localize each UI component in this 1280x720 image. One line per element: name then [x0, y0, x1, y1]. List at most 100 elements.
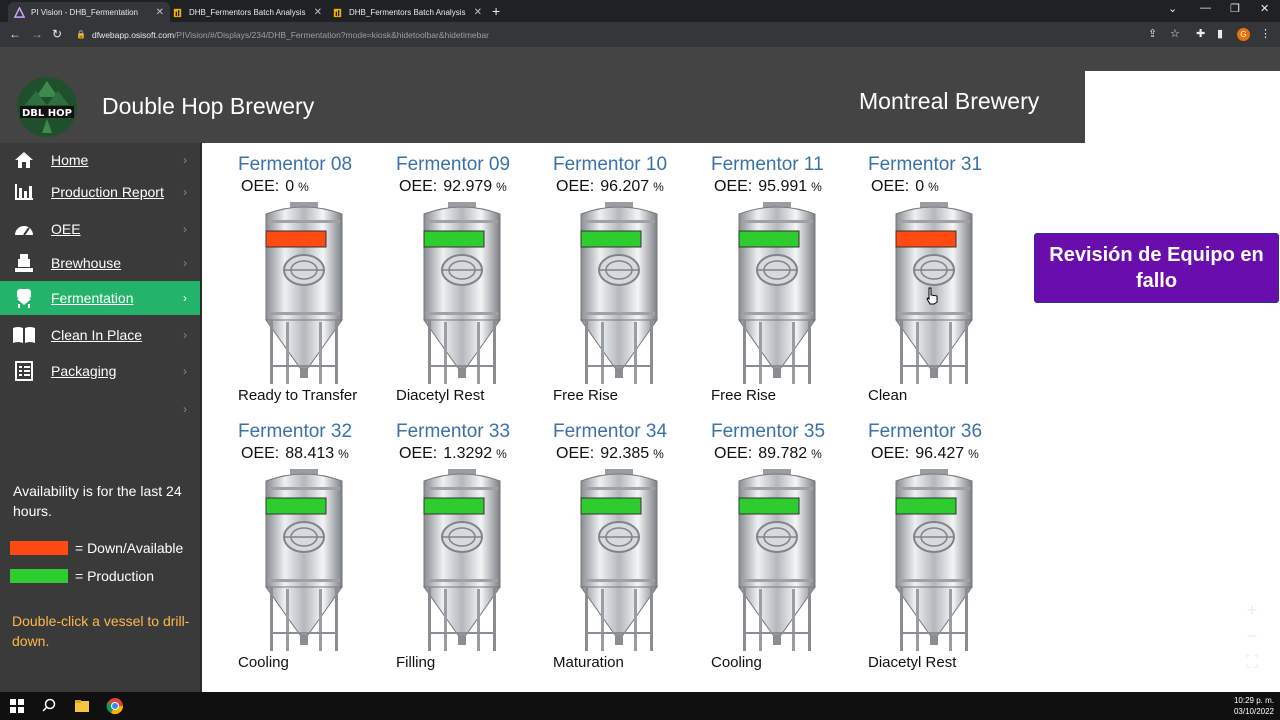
- chevron-right-icon: ›: [183, 328, 187, 342]
- restore-icon[interactable]: ❐: [1230, 2, 1240, 15]
- bar-chart-icon: [12, 182, 36, 202]
- fermentor-tank[interactable]: [729, 200, 825, 386]
- profile-avatar[interactable]: G: [1237, 28, 1250, 41]
- browser-tab[interactable]: DHB_Fermentors Batch Analysis ✕: [166, 2, 328, 22]
- fermentor-vessel[interactable]: Fermentor 31 OEE: 0% Clean: [868, 154, 1018, 414]
- vessel-oee: OEE: 92.385%: [556, 445, 664, 463]
- search-icon[interactable]: [40, 697, 58, 715]
- oee-unit: %: [968, 447, 979, 461]
- clock-time: 10:29 p. m.: [1233, 696, 1274, 705]
- oee-value: 0: [285, 178, 295, 195]
- side-panel-icon[interactable]: ▮: [1217, 27, 1223, 40]
- tab-title: DHB_Fermentors Batch Analysis: [349, 7, 466, 17]
- sidebar-item-oee[interactable]: OEE ›: [0, 212, 200, 246]
- vessel-status-bar: [738, 497, 800, 515]
- new-tab-icon[interactable]: +: [492, 3, 500, 19]
- vessel-oee: OEE: 95.991%: [714, 178, 822, 196]
- sidebar-item-production-report[interactable]: Production Report ›: [0, 175, 200, 209]
- sidebar-item-label: OEE: [51, 221, 81, 237]
- legend-production: = Production: [10, 568, 154, 584]
- sidebar-item-fermentation[interactable]: Fermentation ›: [0, 281, 200, 315]
- fermentor-tank[interactable]: [256, 200, 352, 386]
- oee-unit: %: [496, 180, 507, 194]
- sidebar-item-empty[interactable]: ›: [0, 392, 200, 426]
- fermentor-vessel[interactable]: Fermentor 33 OEE: 1.3292% Filling: [396, 421, 546, 681]
- fermentor-tank[interactable]: [571, 200, 667, 386]
- share-icon[interactable]: ⇪: [1148, 27, 1157, 40]
- fermentor-vessel[interactable]: Fermentor 36 OEE: 96.427% Diacetyl Rest: [868, 421, 1018, 681]
- fermentor-tank[interactable]: [886, 467, 982, 653]
- sidebar-item-brewhouse[interactable]: Brewhouse ›: [0, 246, 200, 280]
- fermentor-tank[interactable]: [414, 467, 510, 653]
- forward-icon[interactable]: →: [31, 27, 43, 41]
- url-field[interactable]: 🔒 dfwebapp.osisoft.com/PIVision/#/Displa…: [76, 26, 1166, 43]
- fermentor-tank[interactable]: [571, 467, 667, 653]
- vessel-name: Fermentor 32: [238, 421, 353, 442]
- brewery-logo: DBL HOP: [17, 77, 77, 137]
- header-blank: [1085, 71, 1280, 143]
- taskbar: 10:29 p. m. 03/10/2022: [0, 692, 1280, 720]
- vessel-status-bar: [423, 230, 485, 248]
- sidebar-item-label: Packaging: [51, 363, 117, 379]
- vessel-status: Ready to Transfer: [238, 387, 358, 404]
- lock-icon: 🔒: [76, 30, 86, 39]
- sidebar-item-label: Production Report: [51, 184, 164, 200]
- fermentor-tank[interactable]: [256, 467, 352, 653]
- sidebar-item-label: Home: [51, 152, 89, 168]
- oee-value: 88.413: [285, 445, 335, 462]
- fit-to-screen-icon[interactable]: ⛶: [1240, 651, 1264, 673]
- sidebar-item-label: Brewhouse: [51, 255, 122, 271]
- oee-value: 96.427: [915, 445, 965, 462]
- bookmark-star-icon[interactable]: ☆: [1170, 27, 1180, 40]
- sidebar-item-packaging[interactable]: Packaging ›: [0, 354, 200, 388]
- oee-unit: %: [928, 180, 939, 194]
- fermentor-vessel[interactable]: Fermentor 11 OEE: 95.991% Free Rise: [711, 154, 861, 414]
- zoom-in-icon[interactable]: +: [1240, 599, 1264, 621]
- oee-value: 92.385: [600, 445, 650, 462]
- minimize-icon[interactable]: —: [1200, 2, 1211, 14]
- zoom-out-icon[interactable]: −: [1240, 625, 1264, 647]
- menu-icon[interactable]: ⋮: [1260, 27, 1271, 40]
- fermentor-vessel[interactable]: Fermentor 35 OEE: 89.782% Cooling: [711, 421, 861, 681]
- fermentor-vessel[interactable]: Fermentor 08 OEE: 0% Ready to Transfer: [238, 154, 388, 414]
- vessel-status: Diacetyl Rest: [868, 654, 957, 671]
- system-clock[interactable]: 10:29 p. m. 03/10/2022: [1234, 695, 1274, 717]
- fermentor-vessel[interactable]: Fermentor 32 OEE: 88.413% Cooling: [238, 421, 388, 681]
- chrome-icon[interactable]: [106, 697, 124, 715]
- sidebar-item-label: Clean In Place: [51, 327, 143, 343]
- chevron-right-icon: ›: [183, 185, 187, 199]
- vessel-status: Clean: [868, 387, 908, 404]
- close-tab-icon[interactable]: ✕: [156, 7, 164, 18]
- windows-start-icon[interactable]: [8, 697, 26, 715]
- fermentor-vessel[interactable]: Fermentor 09 OEE: 92.979% Diacetyl Rest: [396, 154, 546, 414]
- close-tab-icon[interactable]: ✕: [314, 7, 322, 18]
- vessel-status-bar: [895, 497, 957, 515]
- extensions-icon[interactable]: ✚: [1196, 27, 1205, 40]
- sidebar-item-home[interactable]: Home ›: [0, 143, 200, 177]
- oee-label: OEE:: [241, 445, 280, 462]
- checklist-icon: [12, 361, 36, 381]
- close-tab-icon[interactable]: ✕: [474, 7, 482, 18]
- vessel-status: Maturation: [553, 654, 624, 671]
- sidebar-item-label: Fermentation: [51, 290, 134, 306]
- sidebar: Home › Production Report › OEE › Brewhou…: [0, 143, 202, 692]
- sidebar-item-clean-in-place[interactable]: Clean In Place ›: [0, 318, 200, 352]
- equipment-failure-review-button[interactable]: Revisión de Equipo en fallo: [1034, 233, 1279, 303]
- browser-tab[interactable]: DHB_Fermentors Batch Analysis ✕: [326, 2, 488, 22]
- tab-search-icon[interactable]: ⌄: [1168, 2, 1177, 15]
- vessel-name: Fermentor 31: [868, 154, 983, 175]
- close-window-icon[interactable]: ✕: [1260, 2, 1269, 15]
- vessel-oee: OEE: 0%: [241, 178, 309, 196]
- vessel-name: Fermentor 10: [553, 154, 668, 175]
- oee-label: OEE:: [556, 445, 595, 462]
- back-icon[interactable]: ←: [9, 27, 21, 41]
- reload-icon[interactable]: ↻: [52, 27, 62, 41]
- fermentor-vessel[interactable]: Fermentor 34 OEE: 92.385% Maturation: [553, 421, 703, 681]
- fermentor-vessel[interactable]: Fermentor 10 OEE: 96.207% Free Rise: [553, 154, 703, 414]
- vessel-status: Cooling: [238, 654, 289, 671]
- fermentor-tank[interactable]: [414, 200, 510, 386]
- browser-tab[interactable]: PI Vision - DHB_Fermentation ✕: [8, 2, 170, 22]
- file-explorer-icon[interactable]: [73, 697, 91, 715]
- fermentor-tank[interactable]: [729, 467, 825, 653]
- legend-swatch-down: [10, 541, 68, 555]
